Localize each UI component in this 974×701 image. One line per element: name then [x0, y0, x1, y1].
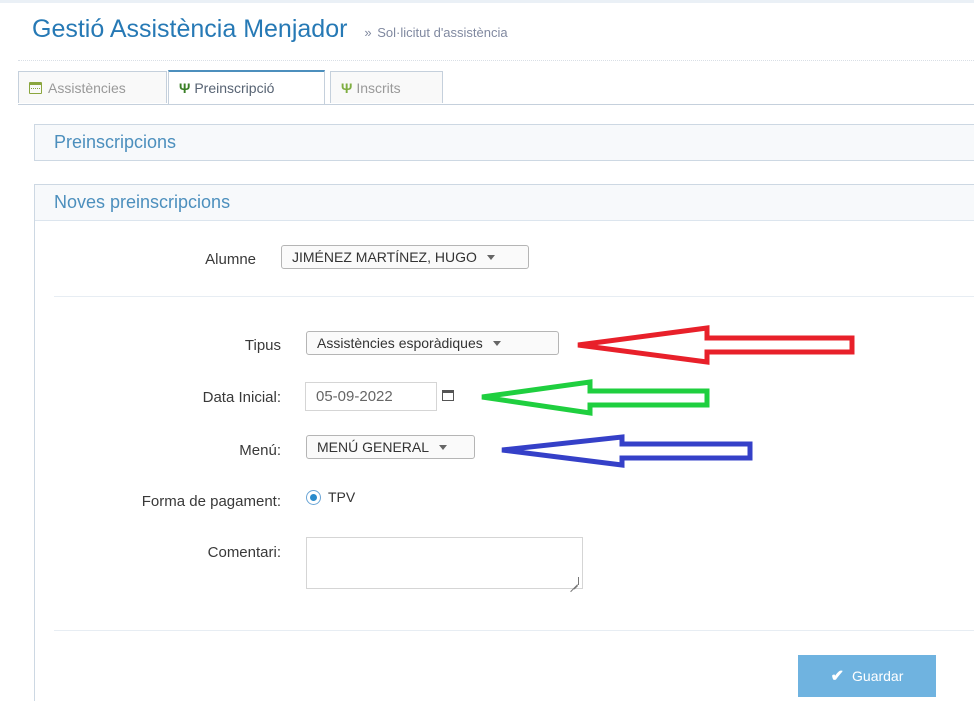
green-arrow: [481, 379, 710, 416]
annotation-arrows: [481, 325, 855, 468]
blue-arrow: [501, 434, 753, 468]
red-arrow: [577, 325, 855, 365]
